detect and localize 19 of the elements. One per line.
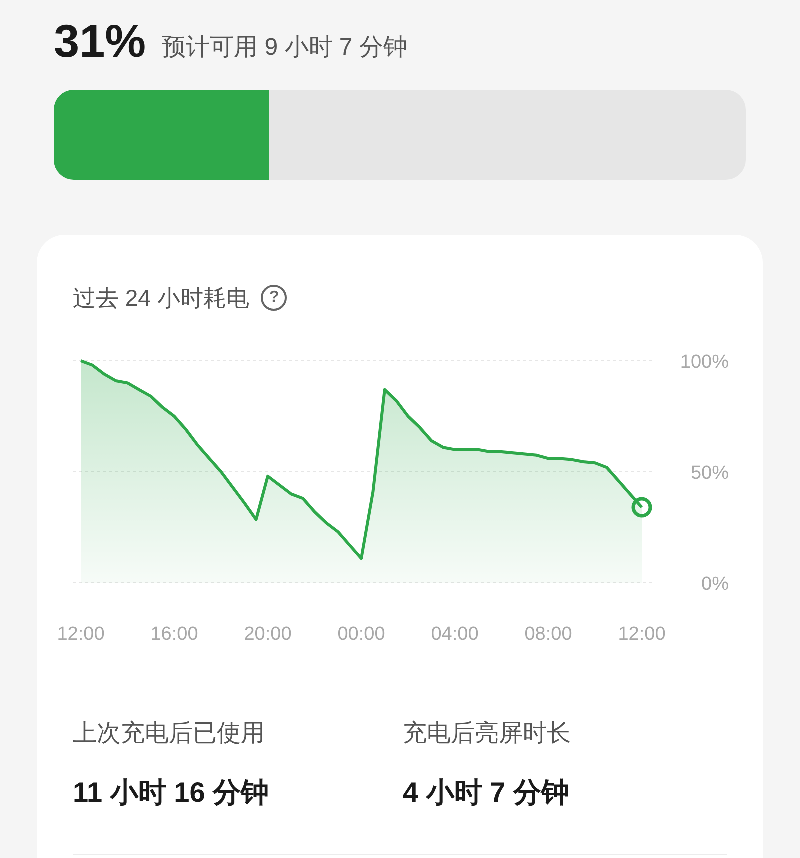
battery-estimate: 预计可用 9 小时 7 分钟: [162, 36, 408, 63]
stat-value: 4 小时 7 分钟: [403, 776, 570, 810]
help-icon[interactable]: ?: [261, 285, 288, 312]
stat-label: 上次充电后已使用: [73, 718, 266, 748]
stat-label: 充电后亮屏时长: [403, 718, 572, 748]
current-point-marker: [632, 496, 652, 518]
y-tick-label: 100%: [680, 352, 729, 372]
battery-percent: 31%: [54, 18, 146, 64]
x-tick-label: 12:00: [618, 624, 666, 644]
x-tick-label: 00:00: [338, 624, 386, 644]
x-tick-label: 16:00: [150, 624, 198, 644]
x-tick-label: 20:00: [244, 624, 292, 644]
x-tick-label: 12:00: [57, 624, 105, 644]
x-tick-label: 04:00: [431, 624, 479, 644]
card-title: 过去 24 小时耗电: [73, 284, 250, 313]
stat-value: 11 小时 16 分钟: [73, 776, 270, 810]
y-tick-label: 0%: [702, 574, 729, 594]
x-tick-label: 08:00: [524, 624, 572, 644]
y-tick-label: 50%: [690, 462, 729, 484]
